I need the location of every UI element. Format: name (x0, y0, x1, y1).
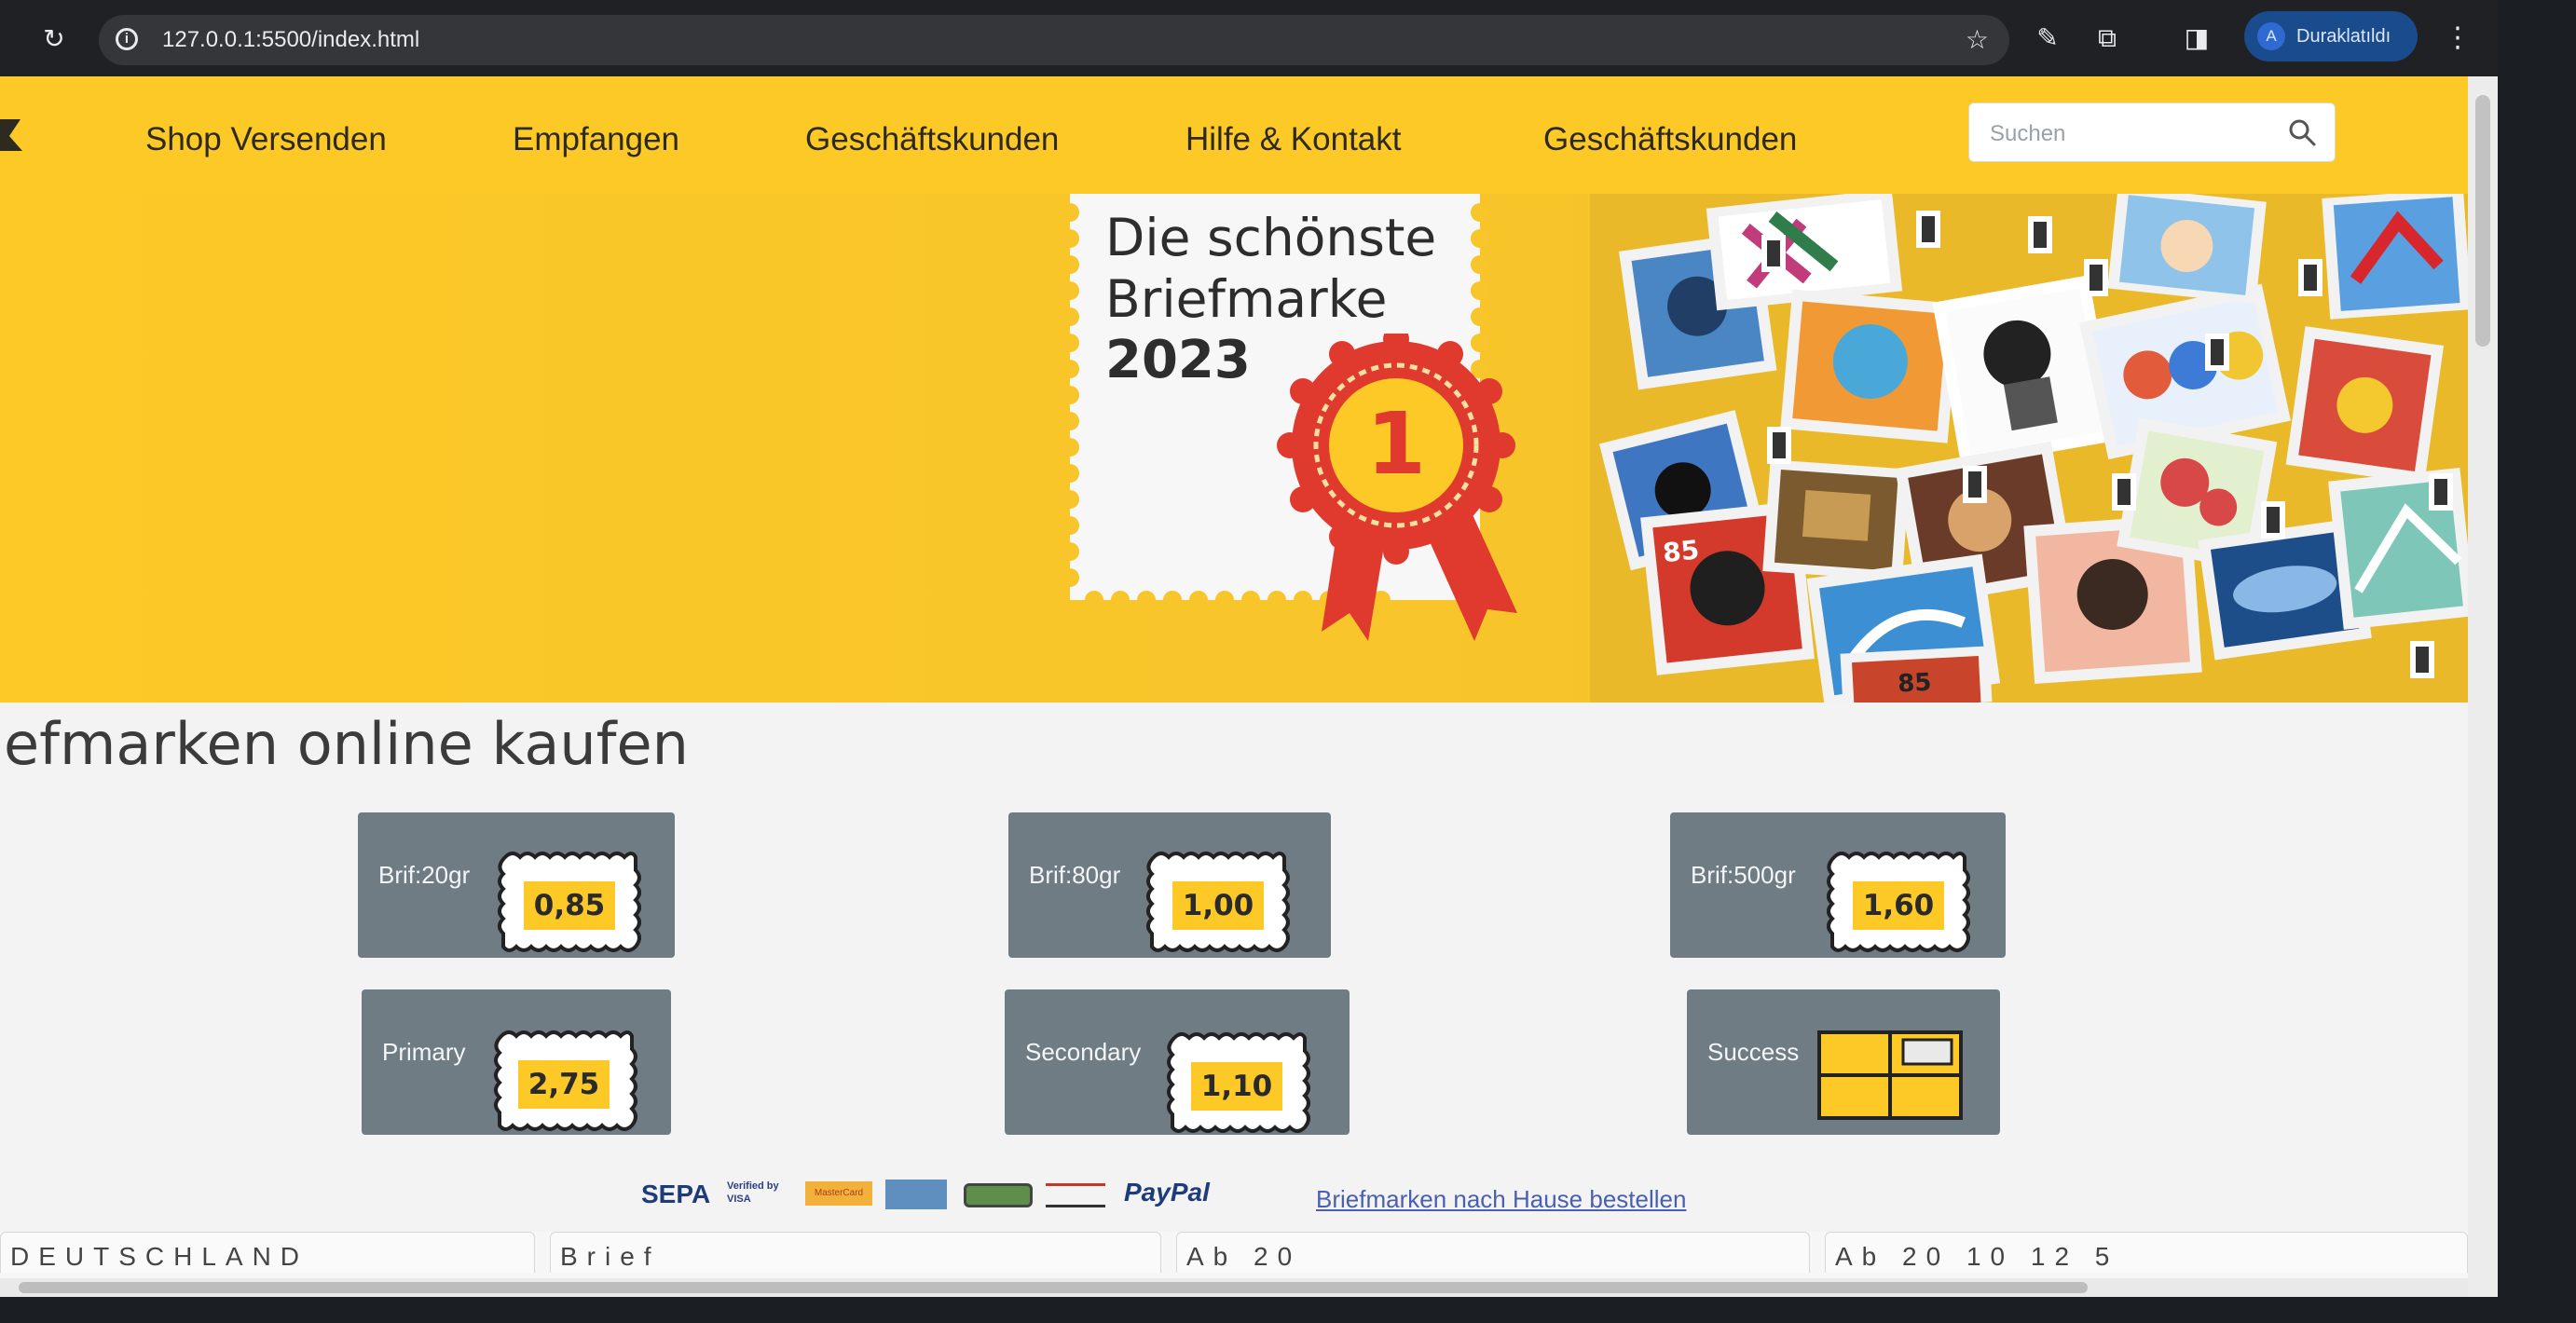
profile-button[interactable]: A Duraklatıldı (2244, 11, 2418, 61)
search-icon[interactable] (2286, 116, 2318, 148)
svg-text:85: 85 (1898, 669, 1933, 699)
verified-by-visa-logo: Verified by VISA (727, 1180, 779, 1205)
horizontal-scrollbar[interactable] (0, 1278, 2468, 1297)
browser-toolbar: ↻ i 127.0.0.1:5500/index.html ☆ ✎ ⧉ ◨ A … (0, 0, 2498, 78)
hero-title-line2: Briefmarke (1105, 269, 1388, 329)
nav-link-hilfe-kontakt[interactable]: Hilfe & Kontakt (1185, 121, 1402, 158)
stamp-sheet-icon (1817, 1030, 1963, 1120)
table-header-cell: Ab 20 (1176, 1232, 1810, 1273)
nav-link-geschaeftskunden-2[interactable]: Geschäftskunden (1543, 121, 1797, 158)
side-panel-icon[interactable]: ◨ (2177, 19, 2216, 58)
mastercard-logo: MasterCard (805, 1181, 872, 1206)
avatar: A (2257, 22, 2285, 50)
post-horn-logo-icon[interactable] (0, 114, 28, 157)
price-card-label: Brif:500gr (1691, 861, 1796, 889)
page-headline: efmarken online kaufen (4, 710, 689, 778)
price-card-80gr[interactable]: Brif:80gr 1,00 (1008, 812, 1331, 958)
price-value: 1,60 (1853, 881, 1944, 930)
nav-link-shop-versenden[interactable]: Shop Versenden (145, 121, 387, 158)
nav-link-empfangen[interactable]: Empfangen (513, 121, 679, 158)
price-value: 1,10 (1191, 1062, 1282, 1111)
giropay-logo-icon (964, 1183, 1033, 1207)
sofort-logo-icon (1046, 1183, 1105, 1207)
price-card-label: Secondary (1025, 1038, 1142, 1066)
paypal-logo: PayPal (1124, 1178, 1210, 1207)
svg-text:85: 85 (1662, 534, 1701, 568)
payment-methods: SEPA Verified by VISA MasterCard PayPal (641, 1174, 1256, 1221)
table-header-text: DEUTSCHLAND (10, 1242, 309, 1271)
price-card-secondary[interactable]: Secondary 1,10 (1005, 989, 1350, 1135)
price-card-label: Success (1707, 1038, 1800, 1066)
bookmark-star-icon[interactable]: ☆ (1966, 15, 1989, 65)
hero-title: Die schönste Briefmarke (1105, 207, 1436, 330)
price-card-primary[interactable]: Primary 2,75 (362, 989, 671, 1135)
table-header-text: Ab 20 10 12 5 (1835, 1242, 2119, 1271)
hero-year: 2023 (1105, 330, 1251, 390)
profile-name: Duraklatıldı (2296, 26, 2391, 47)
order-home-link[interactable]: Briefmarken nach Hause bestellen (1316, 1185, 1686, 1214)
price-value: 0,85 (524, 881, 615, 930)
address-bar[interactable]: i 127.0.0.1:5500/index.html ☆ (99, 15, 2009, 65)
pen-icon[interactable]: ✎ (2028, 19, 2067, 58)
table-header-cell: DEUTSCHLAND (0, 1232, 535, 1273)
price-card-label: Brif:80gr (1029, 861, 1121, 889)
search-input[interactable] (1988, 115, 2271, 154)
reload-icon[interactable]: ↻ (37, 22, 71, 56)
price-card-label: Primary (382, 1038, 466, 1066)
award-rosette-icon: 1 (1277, 334, 1517, 641)
price-value: 2,75 (518, 1060, 610, 1109)
extensions-icon[interactable]: ⧉ (2088, 19, 2127, 58)
nav-link-geschaeftskunden[interactable]: Geschäftskunden (805, 121, 1059, 158)
table-header-cell: Ab 20 10 12 5 (1825, 1232, 2468, 1273)
table-header-cell: Brief (550, 1232, 1161, 1273)
price-card-label: Brif:20gr (378, 861, 471, 889)
url-text: 127.0.0.1:5500/index.html (162, 27, 420, 52)
site-info-icon[interactable]: i (116, 28, 138, 50)
price-card-20gr[interactable]: Brif:20gr 0,85 (358, 812, 675, 958)
stamp-collage-image: 85 85 (1590, 194, 2468, 702)
price-value: 1,00 (1172, 881, 1264, 930)
hero-title-line1: Die schönste (1105, 208, 1437, 267)
price-card-success[interactable]: Success (1687, 989, 2000, 1135)
table-header-text: Ab 20 (1186, 1242, 1302, 1271)
table-header-text: Brief (560, 1242, 661, 1271)
amex-card-icon (885, 1180, 947, 1209)
award-rank: 1 (1366, 394, 1426, 494)
sepa-logo: SEPA (641, 1180, 711, 1208)
site-navbar: Shop Versenden Empfangen Geschäftskunden… (0, 76, 2468, 194)
hero-banner[interactable]: Die schönste Briefmarke 2023 1 85 85 (0, 194, 2468, 702)
search-box (1968, 102, 2336, 162)
browser-menu-icon[interactable]: ⋮ (2444, 19, 2472, 58)
horizontal-scrollbar-thumb[interactable] (19, 1282, 2088, 1293)
vertical-scrollbar[interactable] (2468, 76, 2498, 1297)
page-viewport: Shop Versenden Empfangen Geschäftskunden… (0, 76, 2468, 1297)
vertical-scrollbar-thumb[interactable] (2475, 95, 2490, 347)
price-card-500gr[interactable]: Brif:500gr 1,60 (1670, 812, 2006, 958)
